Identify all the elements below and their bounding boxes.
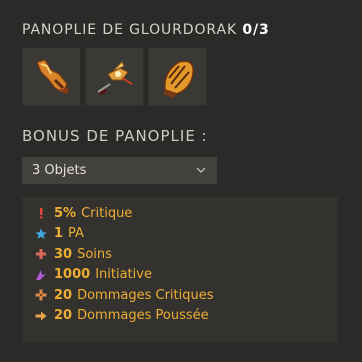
chevron-down-icon xyxy=(195,165,207,177)
set-name: PANOPLIE DE GLOURDORAK xyxy=(22,22,238,38)
bonus-line-critical-damage: 20 Dommages Critiques xyxy=(34,285,338,306)
bonus-line-initiative: 1000 Initiative xyxy=(34,265,338,286)
set-title: PANOPLIE DE GLOURDORAK 0/3 xyxy=(22,22,270,38)
bonus-label: Initiative xyxy=(95,267,152,283)
bonus-list: 5% Critique 1 PA 30 Soins 1000 Initiativ… xyxy=(22,197,338,326)
bonus-value: 20 xyxy=(54,308,73,324)
bonus-label: Soins xyxy=(77,246,112,262)
bonus-label: Dommages Poussée xyxy=(77,308,209,324)
bonus-panel: 5% Critique 1 PA 30 Soins 1000 Initiativ… xyxy=(22,197,338,342)
ap-star-icon xyxy=(34,227,48,241)
bonus-value: 1000 xyxy=(54,267,91,283)
set-items xyxy=(22,47,207,106)
bonus-value: 30 xyxy=(54,246,73,262)
critical-icon xyxy=(34,206,48,220)
bonus-line-heals: 30 Soins xyxy=(34,244,338,265)
set-item-hat[interactable] xyxy=(148,47,207,106)
heals-icon xyxy=(34,247,48,261)
bonus-label: Dommages Critiques xyxy=(77,287,214,303)
set-item-amulet[interactable] xyxy=(85,47,144,106)
bonus-line-pushback-damage: 20 Dommages Poussée xyxy=(34,306,338,327)
bonus-line-critical: 5% Critique xyxy=(34,203,338,224)
glourdorak-amulet-icon xyxy=(96,60,133,95)
bonus-label: Critique xyxy=(81,205,133,221)
bonus-value: 20 xyxy=(54,287,73,303)
bonus-tier-select[interactable]: 3 Objets xyxy=(22,157,217,184)
bonus-label: PA xyxy=(68,226,84,242)
bonus-tier-selected: 3 Objets xyxy=(32,163,87,178)
bonus-value: 5% xyxy=(54,205,77,221)
bonus-value: 1 xyxy=(54,226,64,242)
pushback-damage-icon xyxy=(34,309,48,323)
glourdorak-boots-icon xyxy=(35,58,69,94)
critical-damage-icon xyxy=(34,288,48,302)
initiative-icon xyxy=(34,268,48,282)
set-bonus-title: BONUS DE PANOPLIE : xyxy=(22,127,208,145)
bonus-line-ap: 1 PA xyxy=(34,224,338,245)
glourdorak-hat-icon xyxy=(162,60,194,98)
set-item-count: 0/3 xyxy=(242,22,270,38)
set-item-boots[interactable] xyxy=(22,47,81,106)
